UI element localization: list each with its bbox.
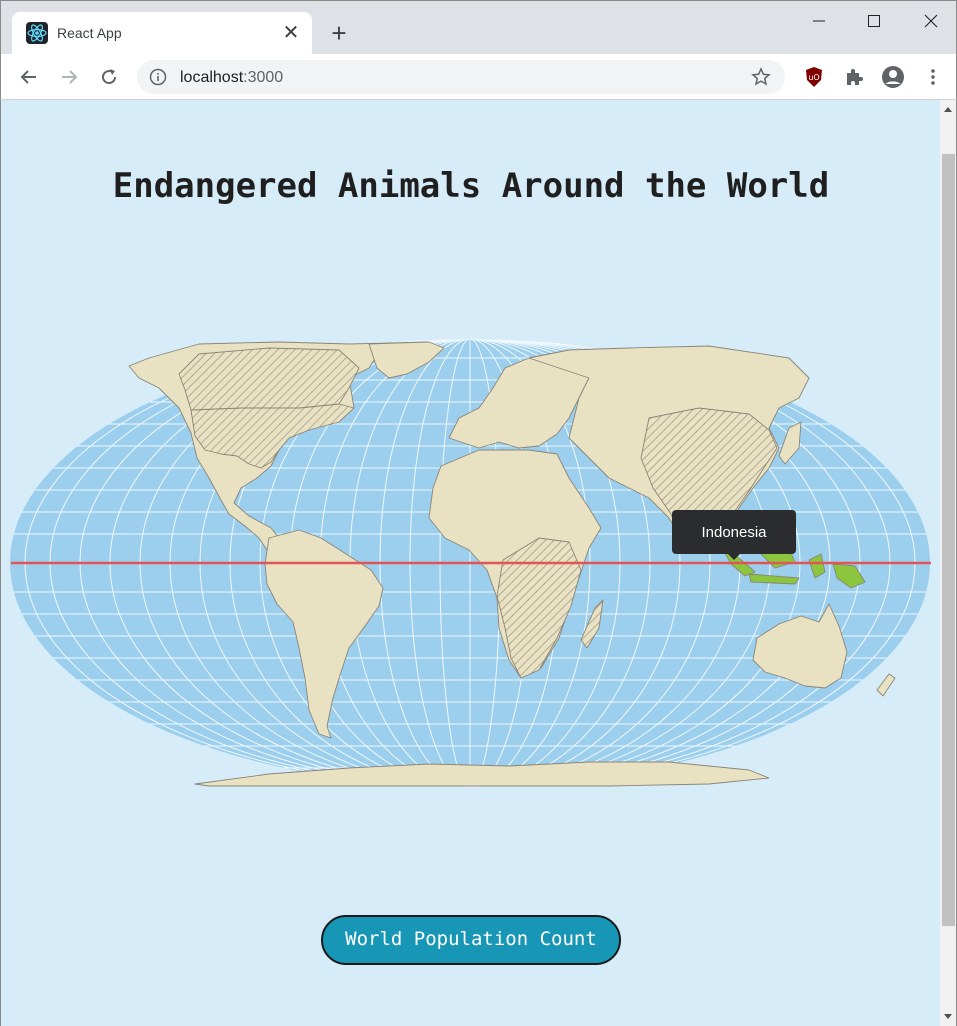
new-tab-button[interactable]: + [324, 19, 354, 49]
url-port: :3000 [243, 69, 284, 86]
forward-arrow-icon[interactable] [54, 62, 84, 92]
svg-text:uO: uO [808, 73, 819, 82]
url-host: localhost [180, 69, 244, 86]
extensions-puzzle-icon[interactable] [839, 62, 869, 92]
reload-icon[interactable] [94, 62, 124, 92]
scroll-down-arrow-icon[interactable] [944, 1014, 952, 1019]
profile-avatar-icon[interactable] [878, 62, 908, 92]
new-zealand[interactable] [876, 673, 896, 697]
tab-strip: React App ✕ + [0, 0, 957, 55]
page-scrollbar[interactable] [940, 100, 957, 1026]
country-tooltip: Indonesia [672, 510, 796, 560]
react-logo-icon [26, 22, 48, 44]
window-close-icon[interactable] [911, 5, 951, 35]
bookmark-star-icon[interactable] [751, 67, 771, 87]
site-info-icon[interactable] [149, 68, 167, 86]
world-map[interactable] [9, 338, 933, 799]
tab-title: React App [57, 25, 122, 41]
menu-kebab-icon[interactable] [918, 62, 948, 92]
page-viewport: Endangered Animals Around the World Indo… [0, 100, 940, 1026]
back-arrow-icon[interactable] [14, 62, 44, 92]
browser-tab[interactable]: React App ✕ [12, 12, 312, 55]
minimize-icon[interactable] [799, 5, 839, 35]
scroll-up-arrow-icon[interactable] [944, 107, 952, 112]
maximize-icon[interactable] [854, 5, 894, 35]
page-title: Endangered Animals Around the World [112, 166, 830, 206]
address-bar[interactable]: localhost:3000 [137, 60, 785, 94]
scrollbar-thumb[interactable] [942, 154, 955, 926]
world-population-count-button[interactable]: World Population Count [321, 915, 621, 965]
tab-close-icon[interactable]: ✕ [280, 22, 302, 44]
url-text: localhost:3000 [180, 69, 283, 87]
ublock-extension-icon[interactable]: uO [799, 62, 829, 92]
canada-north[interactable] [178, 347, 360, 411]
browser-toolbar: localhost:3000 uO [0, 54, 957, 100]
